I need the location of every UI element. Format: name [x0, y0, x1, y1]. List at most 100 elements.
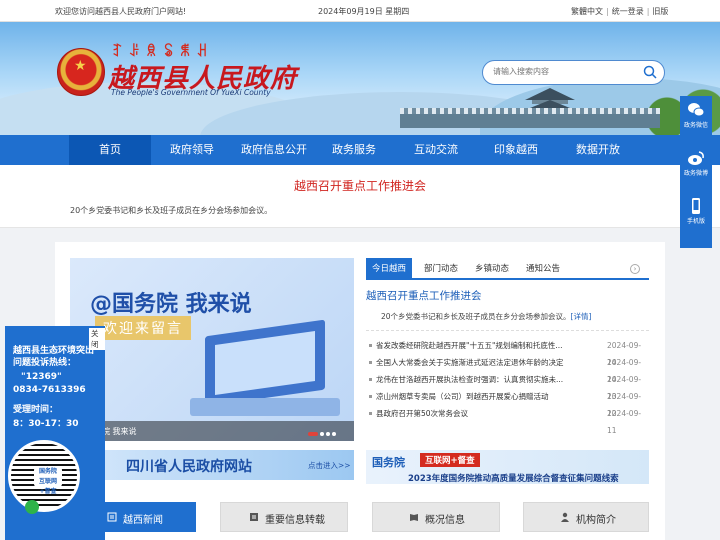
main-nav: 首页 政府领导 政府信息公开 政务服务 互动交流 印象越西 数据开放: [0, 135, 720, 165]
user-icon: [561, 512, 569, 522]
current-date: 2024年09月19日 星期四: [318, 7, 410, 16]
promo-text: 2023年度国务院推动高质量发展综合督查征集问题线索: [408, 474, 619, 484]
headline-desc: 20个乡党委书记和乡长及班子成员在乡分会场参加会议。: [70, 206, 273, 215]
search-input[interactable]: [493, 67, 633, 76]
hotline-subtitle: 问题投诉热线：: [13, 358, 77, 368]
button-label: 越西新闻: [123, 515, 163, 526]
news-item-title[interactable]: 龙伟在甘洛越西开展执法检查时强调：认真贯彻实施未...: [376, 371, 581, 388]
sichuan-enter-link[interactable]: 点击进入>>: [308, 460, 351, 471]
tab-department-news[interactable]: 部门动态: [418, 258, 464, 280]
carousel-banner[interactable]: @国务院 我来说 欢迎来留言: [70, 258, 354, 441]
divider: [366, 330, 649, 331]
nav-open-data[interactable]: 数据开放: [557, 135, 639, 165]
news-tabs: 今日越西 部门动态 乡镇动态 通知公告 ›: [366, 258, 649, 280]
headline-title[interactable]: 越西召开重点工作推进会: [0, 177, 720, 194]
unified-login-link[interactable]: 统一登录: [612, 7, 644, 16]
sichuan-gov-name: 四川省人民政府网站: [126, 459, 252, 475]
bridge-decor: [400, 114, 660, 128]
featured-news-desc: 20个乡党委书记和乡长及班子成员在乡分会场参加会议。[详情]: [381, 311, 591, 322]
document-icon: [250, 513, 258, 521]
list-item[interactable]: 凉山州烟草专卖局（公司）到越西开展爱心捐赠活动 2024-09-12: [366, 388, 649, 418]
banner-caption[interactable]: 院 我来说: [102, 426, 137, 437]
qr-brand: 国务院: [38, 468, 57, 475]
important-info-button[interactable]: 重要信息转载: [220, 502, 348, 532]
news-item-date: 2024-09-11: [607, 409, 642, 435]
mobile-version-label: 手机版: [686, 218, 705, 225]
search-box: [482, 60, 665, 85]
button-label: 重要信息转载: [265, 515, 325, 526]
bullet-icon: [369, 361, 372, 364]
list-item[interactable]: 全国人大常委会关于实施渐进式延迟法定退休年龄的决定 2024-09-14: [366, 354, 649, 384]
nav-impression[interactable]: 印象越西: [475, 135, 557, 165]
desk-illustration: [190, 398, 340, 416]
list-item[interactable]: 省发改委经研院赴越西开展"十五五"规划编制和托底性... 2024-09-14: [366, 337, 649, 367]
featured-news-title[interactable]: 越西召开重点工作推进会: [366, 288, 482, 303]
news-item-title[interactable]: 全国人大常委会关于实施渐进式延迟法定退休年龄的决定: [376, 354, 581, 371]
separator: |: [646, 7, 650, 16]
sichuan-gov-banner[interactable]: 四川省人民政府网站 点击进入>>: [70, 450, 354, 480]
tab-today-yuexi[interactable]: 今日越西: [366, 258, 413, 280]
nav-leaders[interactable]: 政府领导: [151, 135, 233, 165]
weibo-icon: [688, 151, 704, 165]
nav-services[interactable]: 政务服务: [313, 135, 395, 165]
welcome-text: 欢迎您访问越西县人民政府门户网站!: [55, 7, 187, 16]
top-bar: 欢迎您访问越西县人民政府门户网站! 2024年09月19日 星期四 繁體中文 | 统…: [0, 0, 720, 22]
supervision-promo-banner[interactable]: 国务院 互联网+督查 2023年度国务院推动高质量发展综合督查征集问题线索: [366, 450, 649, 484]
news-item-title[interactable]: 县政府召开第50次常务会议: [376, 405, 581, 422]
hours-value: 8：30-17：30: [13, 419, 79, 429]
star-icon: ★: [74, 58, 87, 74]
more-arrow-icon[interactable]: ›: [630, 264, 640, 274]
bullet-icon: [369, 344, 372, 347]
featured-news-text: 20个乡党委书记和乡长及班子成员在乡分会场参加会议。: [381, 312, 571, 321]
separator: |: [606, 7, 609, 16]
bullet-icon: [369, 412, 372, 415]
promo-brand: 国务院: [372, 456, 405, 469]
tab-notices[interactable]: 通知公告: [520, 258, 566, 280]
banner-caption-bar: 院 我来说: [70, 421, 354, 441]
gov-weibo-link[interactable]: 政务微博: [680, 150, 712, 177]
carousel-dot[interactable]: [320, 432, 324, 436]
nav-interaction[interactable]: 互动交流: [395, 135, 477, 165]
carousel-dot[interactable]: [332, 432, 336, 436]
wechat-icon: [25, 500, 39, 514]
promo-tag: 互联网+督查: [420, 453, 480, 467]
news-list: 省发改委经研院赴越西开展"十五五"规划编制和托底性... 2024-09-14 …: [366, 337, 649, 435]
top-links: 繁體中文 | 统一登录 | 旧版: [571, 6, 671, 17]
nav-home[interactable]: 首页: [69, 135, 151, 165]
agency-intro-button[interactable]: 机构简介: [523, 502, 649, 532]
gov-weibo-label: 政务微博: [683, 170, 708, 177]
carousel-dots: [308, 429, 344, 436]
banner-subtitle: 欢迎来留言: [95, 316, 191, 340]
mobile-phone-icon: [692, 198, 700, 214]
carousel-dot[interactable]: [326, 432, 330, 436]
nav-info-disclosure[interactable]: 政府信息公开: [233, 135, 315, 165]
site-english-title: The People's Government Of YueXi County: [111, 88, 271, 97]
news-item-title[interactable]: 凉山州烟草专卖局（公司）到越西开展爱心捐赠活动: [376, 388, 581, 405]
bullet-icon: [369, 378, 372, 381]
news-item-title[interactable]: 省发改委经研院赴越西开展"十五五"规划编制和托底性...: [376, 337, 581, 354]
old-version-link[interactable]: 旧版: [652, 7, 668, 16]
bullet-icon: [369, 395, 372, 398]
qr-logo: 国务院 互联网+督查: [34, 467, 62, 495]
list-item[interactable]: 县政府召开第50次常务会议 2024-09-11: [366, 405, 649, 435]
detail-link[interactable]: [详情]: [571, 312, 592, 321]
gov-wechat-label: 政务微信: [683, 122, 708, 129]
book-icon: [410, 514, 418, 521]
banner-title: @国务院 我来说: [90, 292, 252, 317]
gov-wechat-link[interactable]: 政务微信: [680, 102, 712, 129]
tab-township-news[interactable]: 乡镇动态: [469, 258, 515, 280]
traditional-chinese-link[interactable]: 繁體中文: [571, 7, 603, 16]
list-item[interactable]: 龙伟在甘洛越西开展执法检查时强调：认真贯彻实施未... 2024-09-13: [366, 371, 649, 401]
search-icon[interactable]: [643, 65, 657, 79]
hotline-title: 越西县生态环境突出: [13, 346, 95, 356]
overview-info-button[interactable]: 概况信息: [372, 502, 500, 532]
button-label: 概况信息: [425, 515, 465, 526]
headline-area: 越西召开重点工作推进会 20个乡党委书记和乡长及班子成员在乡分会场参加会议。: [0, 165, 720, 228]
hours-label: 受理时间：: [13, 405, 59, 415]
mobile-version-link[interactable]: 手机版: [680, 198, 712, 225]
hotline-number: "12369": [21, 372, 62, 382]
button-label: 机构简介: [576, 515, 616, 526]
carousel-dot[interactable]: [308, 432, 318, 436]
wechat-icon: [688, 103, 705, 117]
news-icon: [107, 512, 117, 522]
